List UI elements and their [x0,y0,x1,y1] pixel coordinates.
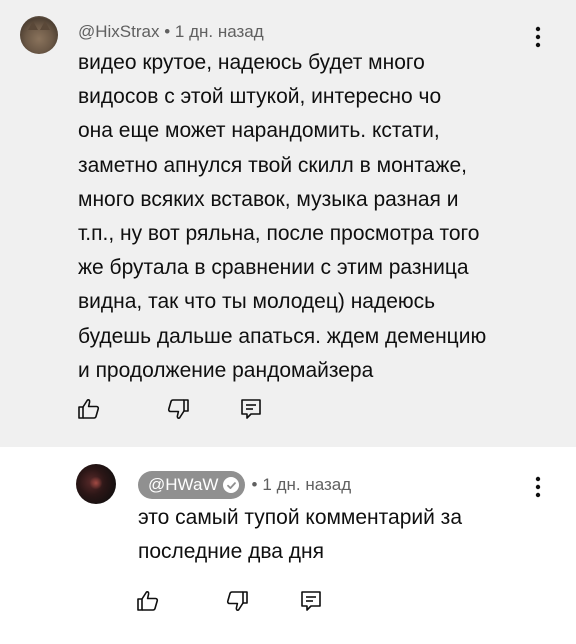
verified-check-icon [223,477,240,493]
comment-meta: @HWaW • 1 дн. назад [138,471,351,499]
cat-ear [40,21,50,30]
reply-icon[interactable] [238,396,264,422]
comment-text: видео крутое, надеюсь будет много видосо… [78,51,487,382]
thumbs-up-icon[interactable] [76,396,102,422]
comment-time[interactable]: 1 дн. назад [262,475,351,495]
cat-ear [28,21,38,30]
highlighted-comment: @HixStrax • 1 дн. назад видео крутое, на… [0,0,576,447]
thumbs-up-icon[interactable] [135,588,161,614]
meta-separator: • [251,475,258,494]
author-avatar[interactable] [20,16,58,54]
comment-text: это самый тупой комментарий за последние… [138,506,462,564]
reply-icon[interactable] [298,588,324,614]
comment-actions [76,396,264,422]
author-handle[interactable]: @HixStrax [78,22,160,41]
comment-time[interactable]: 1 дн. назад [175,22,264,41]
avatar-figure [90,476,102,490]
comment-actions [135,588,324,614]
author-avatar[interactable] [76,464,116,504]
meta-separator: • [164,22,171,41]
thumbs-down-icon[interactable] [165,396,191,422]
thumbs-down-icon[interactable] [224,588,250,614]
creator-handle-badge[interactable]: @HWaW [138,471,246,499]
more-vertical-icon[interactable] [528,472,548,502]
author-handle: @HWaW [148,475,219,494]
comment-meta: @HixStrax • 1 дн. назад [78,22,264,42]
